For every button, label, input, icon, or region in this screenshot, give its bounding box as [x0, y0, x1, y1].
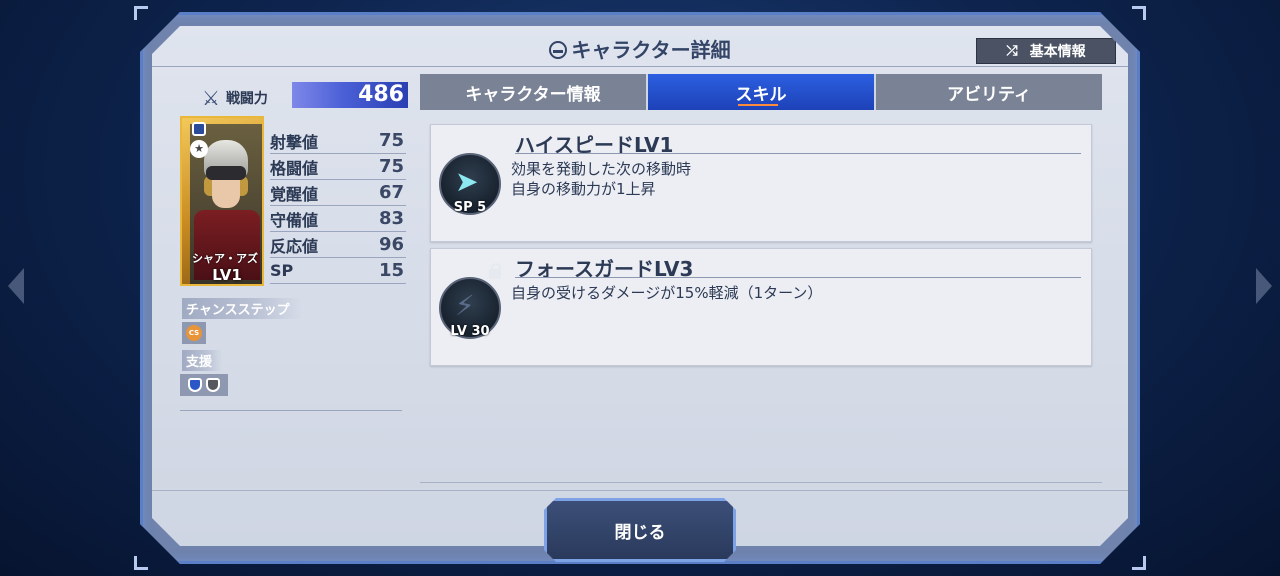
support-chip[interactable] — [180, 374, 228, 396]
tab-character-info[interactable]: キャラクター情報 — [420, 74, 648, 110]
skill-description-line: 自身の移動力が1上昇 — [511, 180, 656, 198]
stat-value: 96 — [378, 234, 404, 255]
stat-row: 反応値 96 — [270, 232, 406, 258]
stat-row: SP 15 — [270, 258, 406, 284]
star-badge-icon: ★ — [190, 140, 208, 158]
high-speed-skill-icon: ➤ SP 5 — [439, 153, 501, 215]
shield-icon — [188, 378, 202, 392]
stat-label: 射撃値 — [270, 132, 319, 152]
content-divider — [420, 482, 1102, 483]
tab-bar: キャラクター情報 スキル アビリティ — [420, 74, 1102, 110]
stat-row: 格闘値 75 — [270, 154, 406, 180]
title-divider — [152, 66, 1128, 67]
crossed-swords-icon: ⚔ — [202, 86, 220, 110]
basic-info-label: 基本情報 — [1029, 44, 1086, 60]
stat-row: 覚醒値 67 — [270, 180, 406, 206]
boot-icon: ➤ — [455, 165, 479, 198]
skill-description-line: 効果を発動した次の移動時 — [511, 160, 692, 178]
left-divider — [180, 410, 402, 411]
basic-info-button[interactable]: ⤮ 基本情報 — [976, 38, 1116, 64]
stat-label: 格闘値 — [270, 158, 319, 178]
footer-divider — [152, 490, 1128, 491]
stat-value: 75 — [378, 130, 404, 151]
skill-description: 効果を発動した次の移動時 自身の移動力が1上昇 — [511, 159, 691, 199]
skill-description-line: 自身の受けるダメージが15%軽減（1ターン） — [511, 284, 823, 302]
skill-cost: SP 5 — [453, 200, 487, 215]
character-level: LV1 — [212, 266, 242, 284]
shuffle-icon: ⤮ — [1006, 43, 1018, 59]
support-label: 支援 — [182, 350, 222, 371]
power-value: 486 — [292, 82, 408, 108]
skill-divider — [515, 153, 1081, 154]
chance-step-chip[interactable]: CS — [182, 322, 206, 344]
stat-value: 67 — [378, 182, 404, 203]
stat-value: 15 — [378, 260, 404, 281]
tab-ability[interactable]: アビリティ — [876, 74, 1102, 110]
next-arrow-icon[interactable] — [1256, 268, 1272, 304]
stat-label: 覚醒値 — [270, 184, 319, 204]
character-icon — [549, 41, 568, 59]
stat-value: 83 — [378, 208, 404, 229]
power-label-text: 戦闘力 — [225, 91, 268, 107]
force-guard-skill-icon: ⚡ LV 30 — [439, 277, 501, 339]
stats-list: 射撃値 75 格闘値 75 覚醒値 67 守備値 83 反応値 96 SP 15 — [270, 128, 406, 284]
skill-card[interactable]: ➤ SP 5 ハイスピードLV1 効果を発動した次の移動時 自身の移動力が1上昇 — [430, 124, 1092, 242]
lightning-shield-icon: ⚡ — [455, 289, 475, 322]
stat-label: 守備値 — [270, 210, 319, 230]
power-label: ⚔ 戦闘力 — [202, 86, 268, 110]
page-title-text: キャラクター詳細 — [571, 38, 731, 62]
character-portrait[interactable]: ★ シャア・アズ LV1 — [180, 116, 264, 286]
skill-description: 自身の受けるダメージが15%軽減（1ターン） — [511, 283, 822, 303]
skill-divider — [515, 277, 1081, 278]
stat-value: 75 — [378, 156, 404, 177]
corner-decoration — [1132, 556, 1146, 570]
stat-row: 射撃値 75 — [270, 128, 406, 154]
skill-unlock-level: LV 30 — [450, 324, 490, 339]
skill-card[interactable]: ⚡ LV 30 フォースガードLV3 自身の受けるダメージが15%軽減（1ターン… — [430, 248, 1092, 366]
stat-row: 守備値 83 — [270, 206, 406, 232]
corner-decoration — [134, 556, 148, 570]
chance-step-label: チャンスステップ — [182, 298, 302, 319]
prev-arrow-icon[interactable] — [8, 268, 24, 304]
corner-decoration — [1132, 6, 1146, 20]
corner-decoration — [134, 6, 148, 20]
lock-icon — [489, 263, 501, 279]
stat-label: SP — [270, 261, 294, 280]
cs-badge-icon: CS — [186, 325, 202, 341]
character-name: シャア・アズ — [192, 252, 258, 265]
portrait-face — [212, 178, 240, 208]
character-detail-panel: キャラクター詳細 ⤮ 基本情報 ⚔ 戦闘力 486 ★ シャア・アズ LV1 射… — [152, 26, 1128, 546]
type-badge-icon — [192, 122, 206, 136]
portrait-visor — [206, 166, 246, 180]
stat-label: 反応値 — [270, 236, 319, 256]
close-button[interactable]: 閉じる — [544, 498, 736, 562]
tab-skill[interactable]: スキル — [648, 74, 876, 110]
shield-icon — [206, 378, 220, 392]
